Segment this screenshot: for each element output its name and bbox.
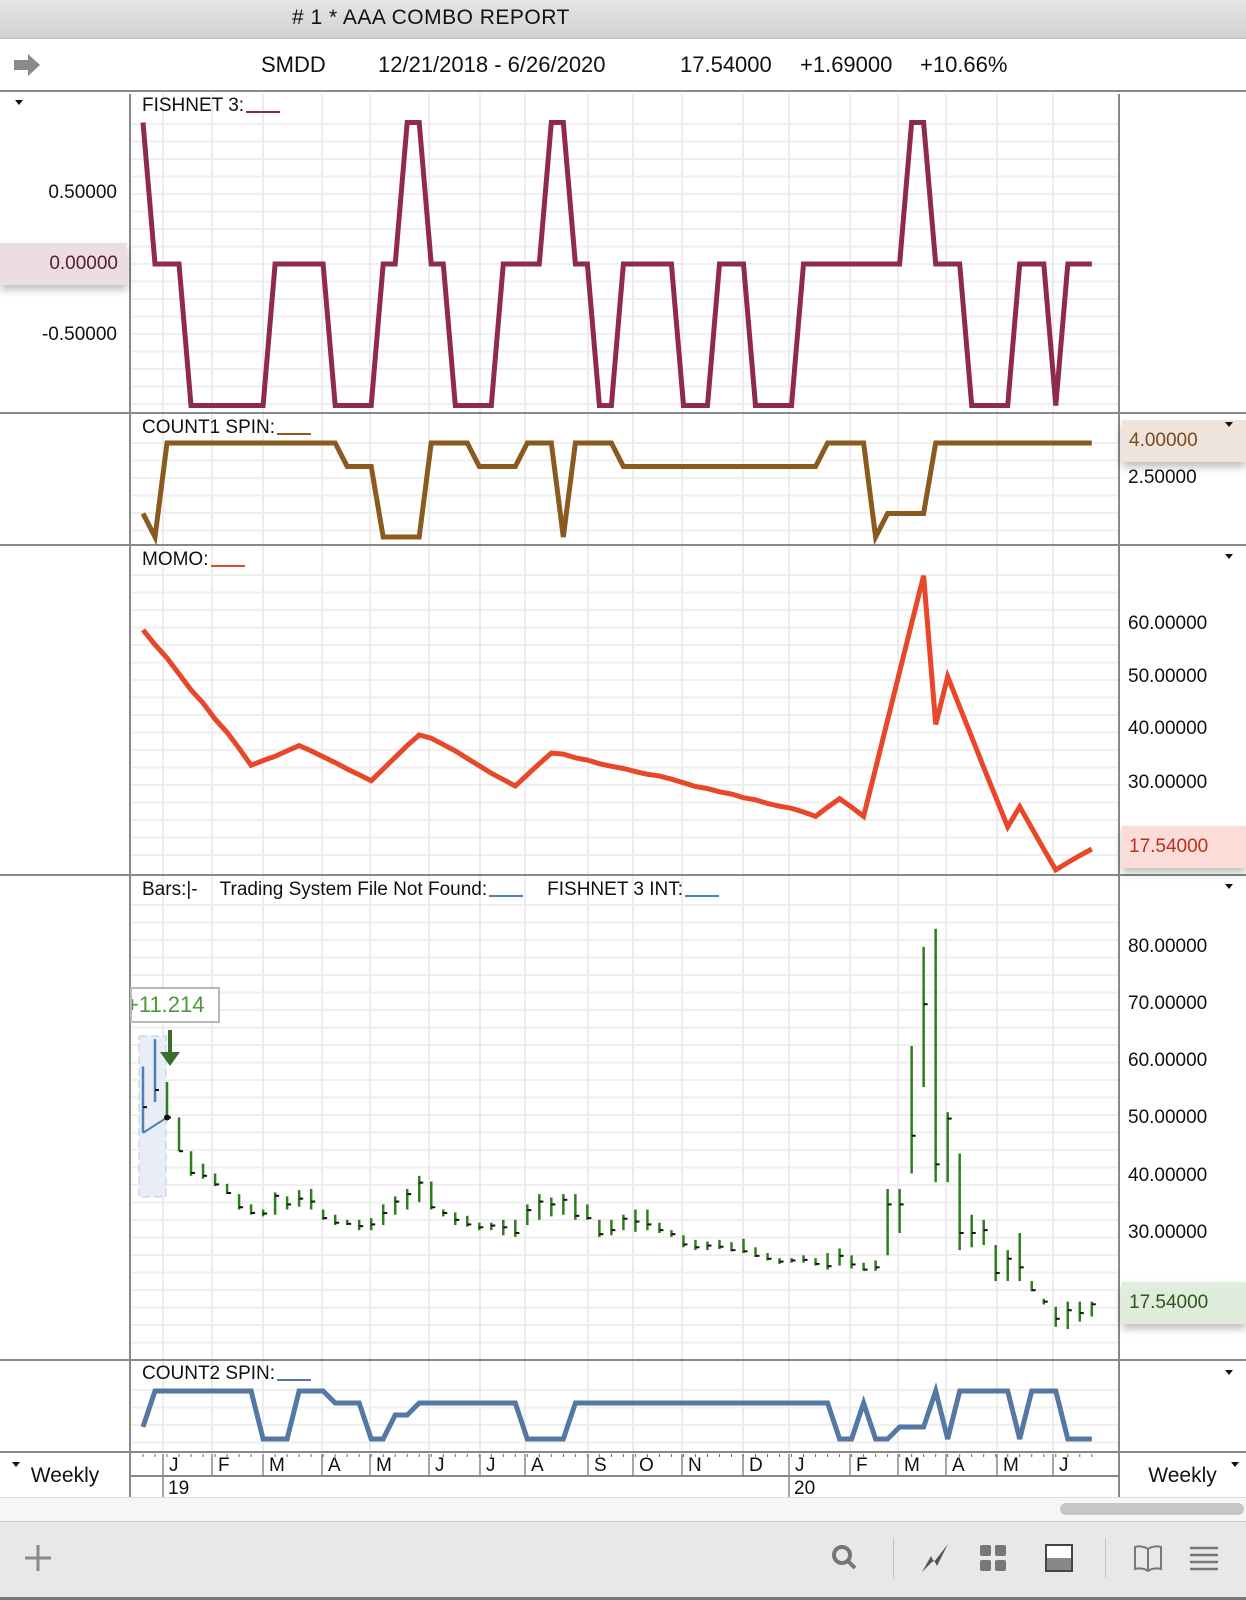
fishnet-axis-label: 0.50000 — [48, 182, 117, 203]
grid-icon[interactable] — [975, 1540, 1011, 1576]
month-label: J — [795, 1455, 805, 1476]
dropdown-triangle-icon[interactable] — [15, 100, 23, 105]
month-label: F — [856, 1455, 868, 1476]
scrollbar-thumb[interactable] — [1060, 1503, 1244, 1515]
month-label: A — [328, 1455, 341, 1476]
momo-current-value: 17.54000 — [1122, 826, 1246, 868]
momo-axis-label: 30.00000 — [1128, 772, 1208, 793]
count1-line — [140, 440, 1092, 546]
count2-line — [140, 1382, 1092, 1442]
count1-axis-label: 2.50000 — [1128, 467, 1197, 488]
book-icon[interactable] — [1130, 1540, 1166, 1576]
toolbar-separator — [893, 1538, 894, 1578]
month-label: F — [218, 1455, 230, 1476]
momo-line — [141, 575, 1093, 874]
chart-canvas[interactable] — [0, 0, 1246, 1600]
price-axis-label: 40.00000 — [1128, 1165, 1208, 1186]
month-label: J — [486, 1455, 496, 1476]
dropdown-triangle-icon[interactable] — [1225, 884, 1233, 889]
fishnet-title: FISHNET 3: — [142, 95, 281, 117]
month-label: M — [376, 1455, 392, 1476]
price-axis-label: 30.00000 — [1128, 1222, 1208, 1243]
plus-icon[interactable] — [20, 1540, 56, 1576]
fishnet-int-label: FISHNET 3 INT: — [547, 879, 683, 900]
momo-title: MOMO: — [142, 549, 245, 571]
count1-title: COUNT1 SPIN: — [142, 417, 312, 439]
panel-icon[interactable] — [1041, 1540, 1077, 1576]
month-label: A — [952, 1455, 965, 1476]
dropdown-triangle-icon[interactable] — [1225, 422, 1233, 427]
month-label: S — [594, 1455, 607, 1476]
month-label: J — [1059, 1455, 1069, 1476]
momo-axis-label: 50.00000 — [1128, 666, 1208, 687]
fishnet-axis-label: -0.50000 — [41, 324, 117, 345]
month-label: O — [639, 1455, 654, 1476]
month-label: A — [531, 1455, 544, 1476]
price-axis-label: 70.00000 — [1128, 993, 1208, 1014]
menu-icon[interactable] — [1186, 1540, 1222, 1576]
price-axis-label: 80.00000 — [1128, 936, 1208, 957]
month-label: M — [269, 1455, 285, 1476]
momo-axis-label: 60.00000 — [1128, 613, 1208, 634]
trading-system-label: Trading System File Not Found: — [219, 879, 488, 900]
periodicity-left[interactable]: Weekly — [0, 1464, 130, 1488]
month-label: J — [435, 1455, 445, 1476]
month-label: M — [1003, 1455, 1019, 1476]
trade-entry-dot — [164, 1114, 171, 1121]
trade-profit-label: +11.214 — [130, 987, 220, 1023]
price-axis-label: 50.00000 — [1128, 1107, 1208, 1128]
search-icon[interactable] — [827, 1540, 863, 1576]
month-label: J — [169, 1455, 179, 1476]
dropdown-triangle-icon[interactable] — [1225, 1370, 1233, 1375]
momo-axis-label: 40.00000 — [1128, 718, 1208, 739]
lightning-icon[interactable] — [917, 1540, 953, 1576]
dropdown-triangle-icon[interactable] — [1225, 554, 1233, 559]
month-label: N — [688, 1455, 702, 1476]
fishnet-current-value: 0.00000 — [0, 243, 127, 285]
month-label: D — [749, 1455, 763, 1476]
periodicity-right[interactable]: Weekly — [1119, 1464, 1246, 1488]
bars-title: Bars:|- Trading System File Not Found: FIS… — [142, 879, 719, 901]
price-current-value: 17.54000 — [1122, 1282, 1246, 1324]
month-label: M — [904, 1455, 920, 1476]
price-axis-label: 60.00000 — [1128, 1050, 1208, 1071]
count2-title: COUNT2 SPIN: — [142, 1363, 312, 1385]
toolbar-separator — [1105, 1538, 1106, 1578]
